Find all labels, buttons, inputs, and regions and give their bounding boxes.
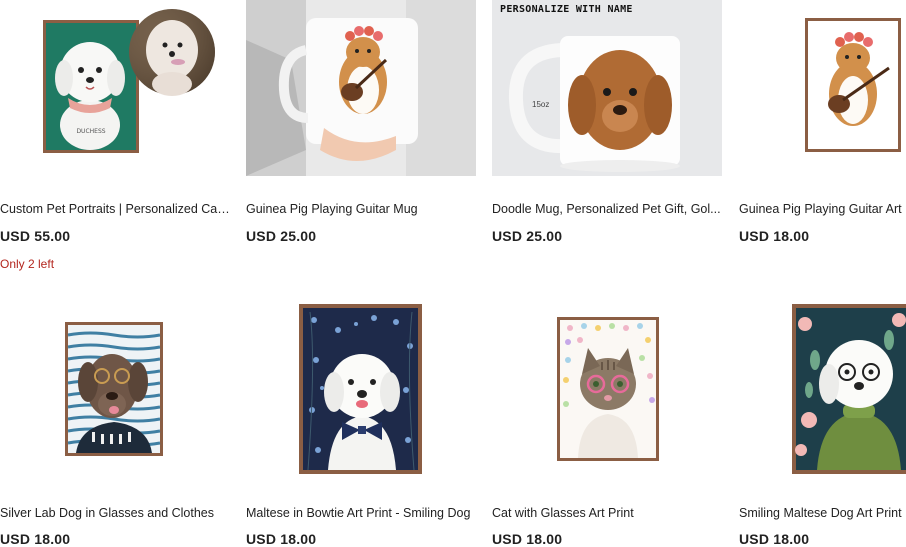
listing-image[interactable]: [246, 300, 478, 478]
listing-title[interactable]: Silver Lab Dog in Glasses and Clothes: [0, 506, 232, 520]
listing-card[interactable]: Smiling Maltese Dog Art Print USD 18.00: [739, 300, 906, 546]
listing-title[interactable]: Cat with Glasses Art Print: [492, 506, 724, 520]
listing-title[interactable]: Custom Pet Portraits | Personalized Cat …: [0, 202, 232, 216]
listing-image[interactable]: [492, 300, 724, 478]
listing-price: USD 18.00: [739, 531, 810, 546]
listing-title[interactable]: Smiling Maltese Dog Art Print: [739, 506, 906, 520]
listing-image[interactable]: [739, 300, 906, 478]
listing-price: USD 18.00: [492, 531, 563, 547]
pet-name-text: DUCHESS: [76, 128, 106, 135]
listing-price: USD 18.00: [246, 531, 317, 547]
listing-title[interactable]: Maltese in Bowtie Art Print - Smiling Do…: [246, 506, 478, 520]
listing-price: USD 18.00: [739, 228, 810, 244]
personalize-banner-text: PERSONALIZE WITH NAME: [500, 4, 633, 15]
listing-price: USD 18.00: [0, 531, 71, 547]
listing-title[interactable]: Doodle Mug, Personalized Pet Gift, Gol..…: [492, 202, 724, 216]
listing-price: USD 55.00: [0, 228, 71, 244]
listing-image[interactable]: [0, 300, 232, 478]
listing-price: USD 25.00: [492, 228, 563, 244]
stock-warning: Only 2 left: [0, 257, 55, 271]
listing-image[interactable]: [246, 0, 478, 176]
listing-title[interactable]: Guinea Pig Playing Guitar Art P: [739, 202, 906, 216]
listing-image[interactable]: DUCHESS: [0, 0, 232, 176]
listing-title[interactable]: Guinea Pig Playing Guitar Mug: [246, 202, 478, 216]
mug-size-text: 15oz: [532, 100, 550, 109]
listing-price: USD 25.00: [246, 228, 317, 244]
listing-image[interactable]: PERSONALIZE WITH NAME 15oz: [492, 0, 724, 176]
listing-image[interactable]: [739, 0, 906, 176]
